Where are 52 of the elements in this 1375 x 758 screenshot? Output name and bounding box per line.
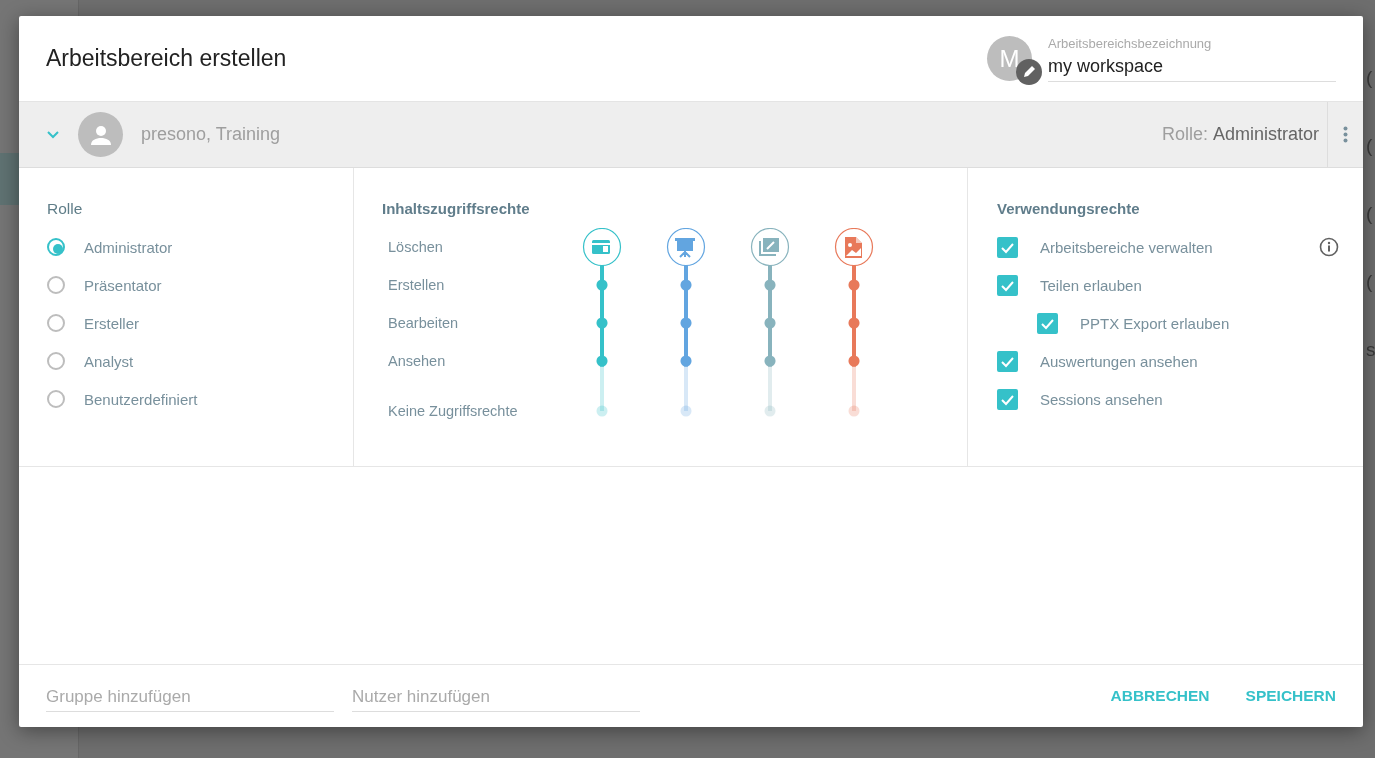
checkbox-label: Teilen erlauben: [1040, 276, 1143, 294]
level-label: Erstellen: [388, 276, 446, 295]
radio-label: Benutzerdefiniert: [84, 390, 198, 408]
radio-label: Ersteller: [84, 314, 139, 332]
image-file-icon[interactable]: [834, 228, 874, 267]
checkbox[interactable]: [997, 236, 1018, 258]
radio-label: Administrator: [84, 238, 173, 256]
card-icon[interactable]: [582, 228, 622, 267]
member-name: presono, Training: [141, 124, 282, 145]
background-text: (: [1366, 202, 1374, 226]
section-heading: Verwendungsrechte: [997, 199, 1141, 219]
checkbox-label: Sessions ansehen: [1040, 390, 1164, 408]
checkbox[interactable]: [1037, 312, 1058, 334]
input-field[interactable]: Gruppe hinzufügen: [46, 680, 334, 712]
role-value: Administrator: [1212, 124, 1319, 145]
checkbox[interactable]: [997, 350, 1018, 372]
level-label: Ansehen: [388, 352, 447, 371]
section-heading: Rolle: [47, 199, 84, 219]
level-label: Löschen: [388, 238, 444, 257]
kebab-icon: [1343, 126, 1348, 143]
level-label: Keine Zugriffsrechte: [388, 402, 519, 421]
background-text: (: [1366, 134, 1374, 158]
background-text: (: [1366, 66, 1374, 90]
role-label: Rolle:: [1161, 124, 1208, 145]
easel-icon[interactable]: [666, 228, 706, 267]
person-icon: [89, 124, 112, 145]
checkbox-label: Auswertungen ansehen: [1040, 352, 1199, 370]
radio-label: Präsentator: [84, 276, 162, 294]
pencil-icon: [1016, 59, 1042, 85]
image-edit-icon[interactable]: [750, 228, 790, 267]
checkbox-label: PPTX Export erlauben: [1080, 314, 1231, 332]
dialog-title: Arbeitsbereich erstellen: [46, 45, 287, 72]
checkbox[interactable]: [997, 388, 1018, 410]
radio-button[interactable]: [47, 238, 65, 256]
text-button[interactable]: ABBRECHEN: [1110, 681, 1210, 711]
chevron-icon[interactable]: [46, 129, 60, 140]
radio-button[interactable]: [47, 276, 65, 294]
radio-button[interactable]: [47, 314, 65, 332]
section-heading: Inhaltszugriffsrechte: [382, 199, 531, 219]
checkbox-label: Arbeitsbereiche verwalten: [1040, 238, 1214, 256]
level-label: Bearbeiten: [388, 314, 460, 333]
text-button[interactable]: SPEICHERN: [1245, 681, 1336, 711]
workspace-name-field[interactable]: Arbeitsbereichsbezeichnung my workspace: [1048, 35, 1336, 82]
field-label: Arbeitsbereichsbezeichnung: [1048, 35, 1213, 53]
field-value: my workspace: [1048, 55, 1165, 78]
radio-button[interactable]: [47, 352, 65, 370]
background-text: (: [1366, 270, 1374, 294]
radio-button[interactable]: [47, 390, 65, 408]
radio-label: Analyst: [84, 352, 134, 370]
checkbox[interactable]: [997, 274, 1018, 296]
input-field[interactable]: Nutzer hinzufügen: [352, 680, 640, 712]
info-icon[interactable]: [1319, 237, 1339, 257]
